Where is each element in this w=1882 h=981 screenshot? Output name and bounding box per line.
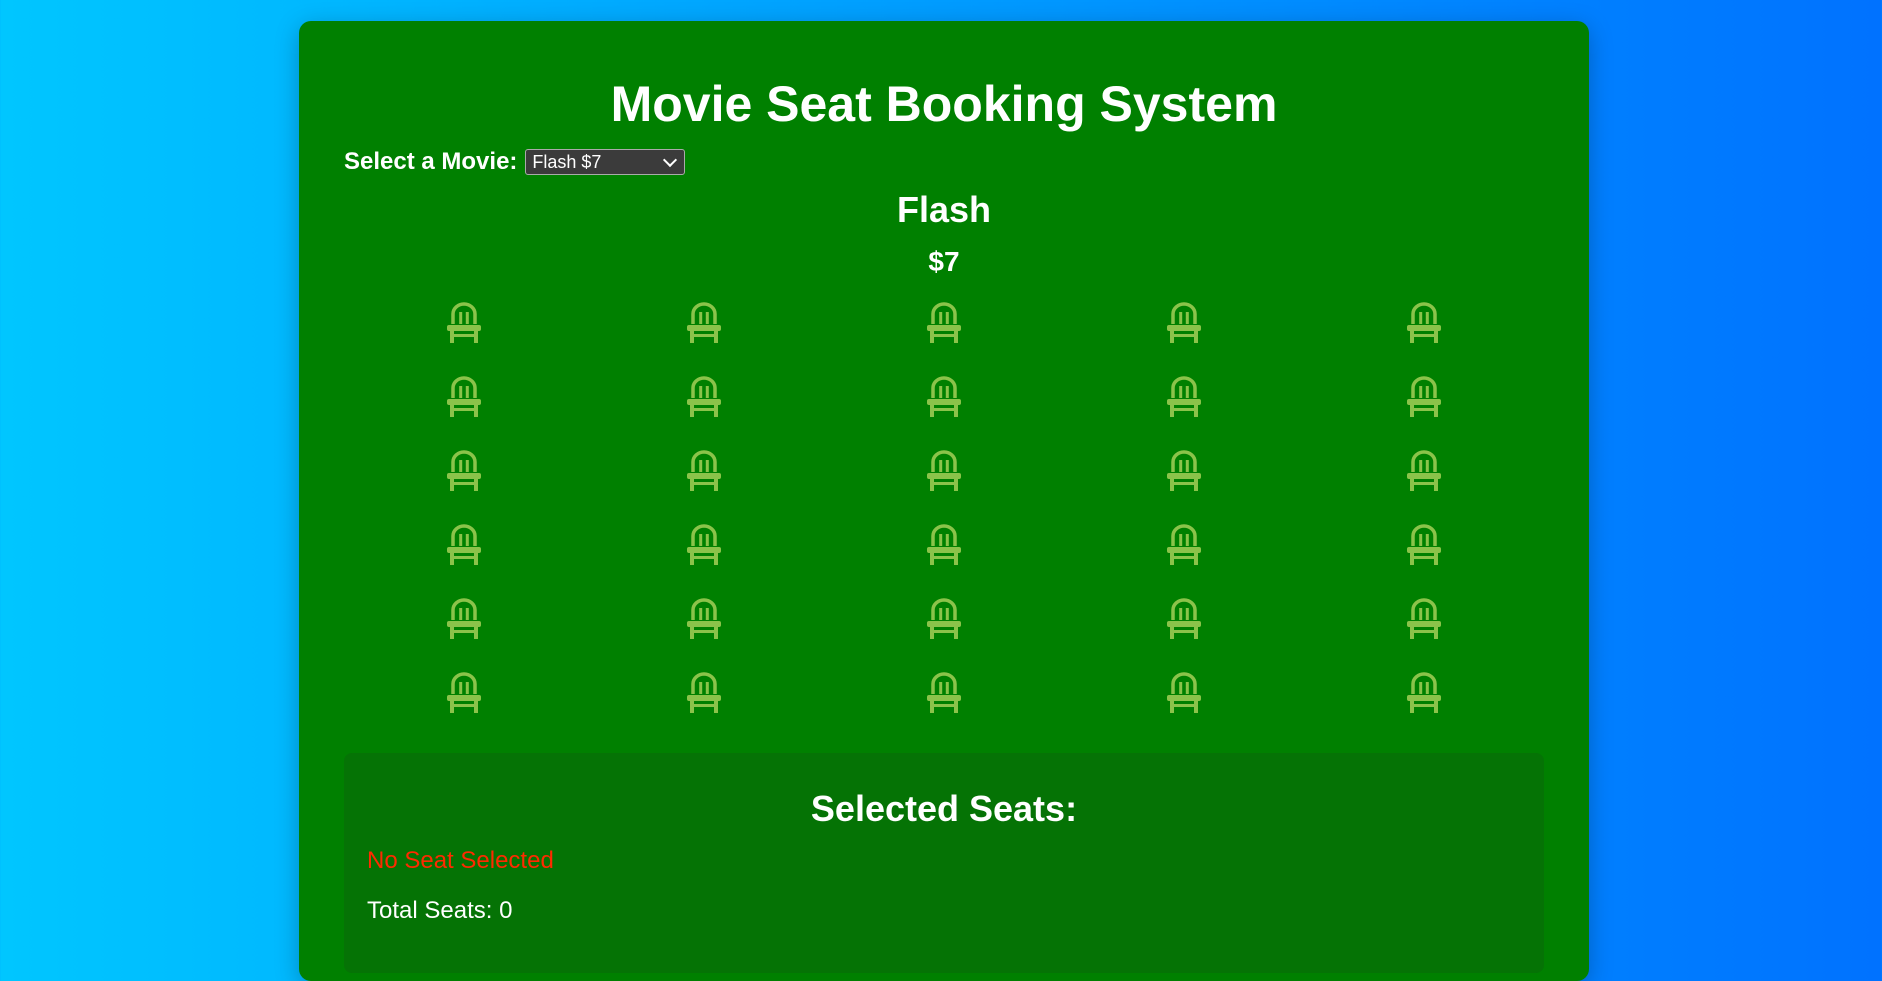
seat-icon[interactable] — [1402, 598, 1446, 642]
movie-select[interactable]: Flash $7 — [525, 149, 686, 175]
seat-icon[interactable] — [442, 376, 486, 420]
seat-icon[interactable] — [1402, 302, 1446, 346]
seat-grid — [344, 302, 1544, 716]
seat-icon[interactable] — [1162, 598, 1206, 642]
seat-icon[interactable] — [1162, 376, 1206, 420]
seat-icon[interactable] — [922, 524, 966, 568]
selected-seats-panel: Selected Seats: No Seat Selected Total S… — [344, 753, 1544, 973]
movie-select-value: Flash $7 — [532, 151, 602, 172]
movie-selector-row: Select a Movie: Flash $7 — [344, 148, 1544, 175]
seat-icon[interactable] — [682, 376, 726, 420]
seat-icon[interactable] — [1402, 376, 1446, 420]
chevron-down-icon — [663, 152, 678, 167]
seat-icon[interactable] — [682, 450, 726, 494]
page-title: Movie Seat Booking System — [610, 76, 1278, 132]
seat-icon[interactable] — [442, 598, 486, 642]
booking-card: Movie Seat Booking System Select a Movie… — [299, 21, 1589, 981]
seat-icon[interactable] — [922, 450, 966, 494]
seat-icon[interactable] — [442, 672, 486, 716]
seat-icon[interactable] — [1402, 524, 1446, 568]
movie-price: $7 — [928, 246, 960, 277]
seat-icon[interactable] — [682, 672, 726, 716]
seat-icon[interactable] — [682, 524, 726, 568]
movie-select-label: Select a Movie: — [344, 148, 518, 175]
seat-icon[interactable] — [682, 302, 726, 346]
seat-icon[interactable] — [682, 598, 726, 642]
seat-icon[interactable] — [1162, 302, 1206, 346]
movie-name: Flash — [896, 189, 992, 230]
seat-icon[interactable] — [1402, 450, 1446, 494]
seat-icon[interactable] — [1162, 524, 1206, 568]
seat-icon[interactable] — [1162, 450, 1206, 494]
seat-icon[interactable] — [922, 598, 966, 642]
total-seats-text: Total Seats: 0 — [367, 897, 513, 924]
seat-icon[interactable] — [442, 302, 486, 346]
selected-seats-heading: Selected Seats: — [810, 788, 1078, 829]
seat-icon[interactable] — [922, 672, 966, 716]
seat-icon[interactable] — [922, 376, 966, 420]
seat-icon[interactable] — [1162, 672, 1206, 716]
seat-icon[interactable] — [442, 450, 486, 494]
no-seat-message: No Seat Selected — [367, 847, 554, 874]
seat-icon[interactable] — [922, 302, 966, 346]
seat-icon[interactable] — [1402, 672, 1446, 716]
seat-icon[interactable] — [442, 524, 486, 568]
